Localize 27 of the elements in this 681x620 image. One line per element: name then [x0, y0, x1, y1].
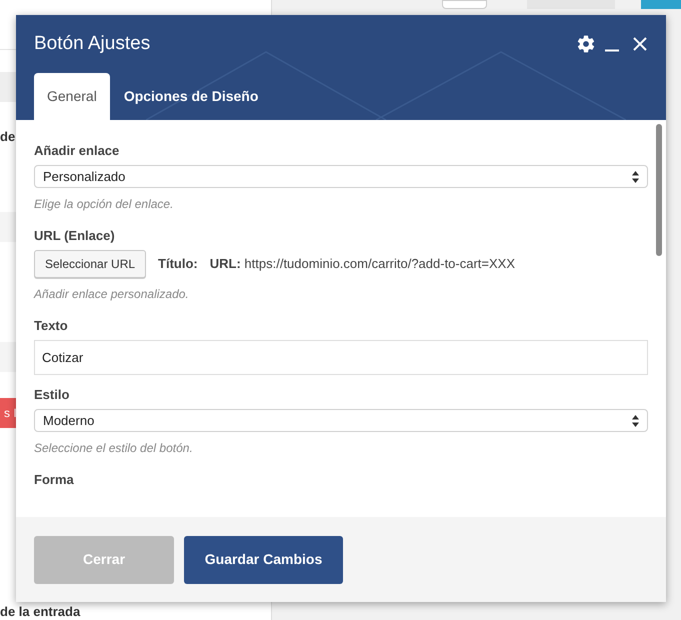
select-field[interactable]: Moderno [34, 409, 648, 432]
help-text: Añadir enlace personalizado. [34, 287, 190, 302]
field-label: Estilo [34, 387, 70, 403]
dialog-title: Botón Ajustes [34, 32, 152, 56]
field-label: Forma [34, 472, 75, 488]
help-text: Elige la opción del enlace. [34, 197, 174, 212]
close-icon[interactable] [632, 36, 648, 52]
save-button[interactable]: Guardar Cambios [184, 536, 343, 584]
field-label: Texto [34, 318, 69, 334]
tab[interactable]: Opciones de Diseño [110, 73, 272, 120]
url-text: URL: https://tudominio.com/carrito/?add-to-cart=XXX [210, 255, 516, 274]
scrollbar[interactable] [656, 124, 662, 256]
field-label: Añadir enlace [34, 143, 120, 159]
select-field[interactable]: Personalizado [34, 165, 648, 188]
field-label: URL (Enlace) [34, 228, 116, 244]
text-input-field[interactable]: Cotizar [34, 340, 648, 375]
select-arrows-icon [632, 414, 639, 426]
settings-icon[interactable] [576, 34, 596, 54]
label-text: de [0, 128, 16, 146]
select-url-button[interactable]: Seleccionar URL [34, 250, 146, 278]
dropdown-field[interactable] [442, 0, 487, 9]
title-label: Título: [158, 255, 198, 274]
select-arrows-icon [632, 170, 639, 182]
tab[interactable]: General [34, 73, 110, 120]
label-text: de la entrada [0, 604, 80, 620]
help-text: Seleccione el estilo del botón. [34, 441, 194, 456]
primary-button[interactable] [641, 0, 681, 9]
